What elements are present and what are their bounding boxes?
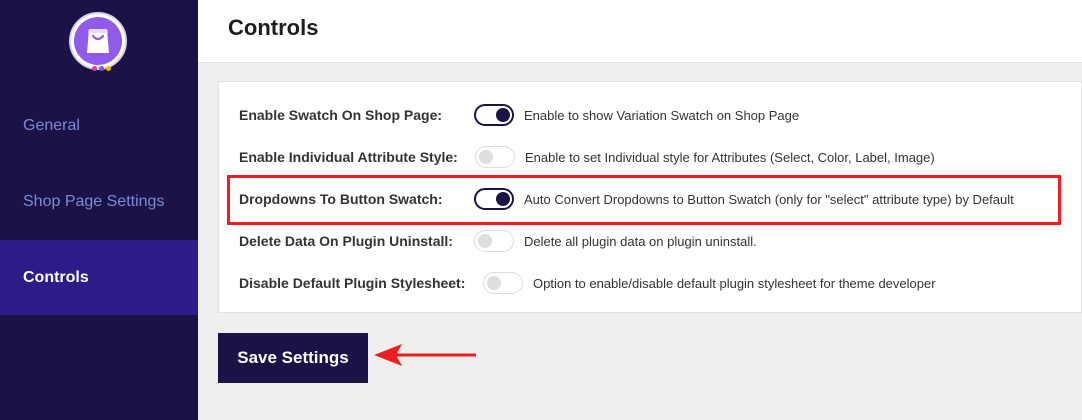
sidebar-item-label: Shop Page Settings: [23, 193, 165, 210]
setting-label: Delete Data On Plugin Uninstall:: [239, 233, 453, 249]
plugin-logo: [69, 12, 127, 71]
setting-label: Disable Default Plugin Stylesheet:: [239, 275, 466, 291]
delete-data-uninstall-toggle[interactable]: [474, 230, 514, 252]
toggle-knob: [487, 276, 501, 290]
toggle-knob: [496, 108, 510, 122]
sidebar-item-label: General: [23, 117, 80, 134]
annotation-highlight-box: [227, 175, 1061, 225]
save-settings-button[interactable]: Save Settings: [218, 333, 368, 383]
sidebar-item-controls[interactable]: Controls: [0, 240, 198, 315]
individual-attribute-style-toggle[interactable]: [475, 146, 515, 168]
setting-description: Delete all plugin data on plugin uninsta…: [524, 234, 757, 249]
setting-row-disable-default-stylesheet: Disable Default Plugin Stylesheet: Optio…: [219, 268, 1082, 298]
setting-label: Enable Individual Attribute Style:: [239, 149, 458, 165]
sidebar: General Shop Page Settings Controls: [0, 0, 198, 420]
arrow-left-icon: [374, 344, 476, 366]
setting-row-individual-attribute-style: Enable Individual Attribute Style: Enabl…: [219, 142, 1082, 172]
sidebar-item-shop-page-settings[interactable]: Shop Page Settings: [0, 164, 198, 240]
sidebar-item-label: Controls: [23, 268, 89, 286]
page-header: Controls: [198, 0, 1082, 63]
setting-description: Option to enable/disable default plugin …: [533, 276, 936, 291]
toggle-knob: [478, 234, 492, 248]
setting-row-enable-swatch-shop-page: Enable Swatch On Shop Page: Enable to sh…: [219, 100, 1082, 130]
setting-description: Enable to show Variation Swatch on Shop …: [524, 108, 800, 123]
setting-description: Enable to set Individual style for Attri…: [525, 150, 935, 165]
sidebar-item-general[interactable]: General: [0, 88, 198, 164]
shopping-bag-icon: [74, 17, 122, 65]
toggle-knob: [479, 150, 493, 164]
setting-row-delete-data-uninstall: Delete Data On Plugin Uninstall: Delete …: [219, 226, 1082, 256]
logo-dots: [92, 66, 111, 71]
page-title: Controls: [228, 15, 319, 40]
enable-swatch-shop-page-toggle[interactable]: [474, 104, 514, 126]
disable-default-stylesheet-toggle[interactable]: [483, 272, 523, 294]
setting-label: Enable Swatch On Shop Page:: [239, 107, 443, 123]
